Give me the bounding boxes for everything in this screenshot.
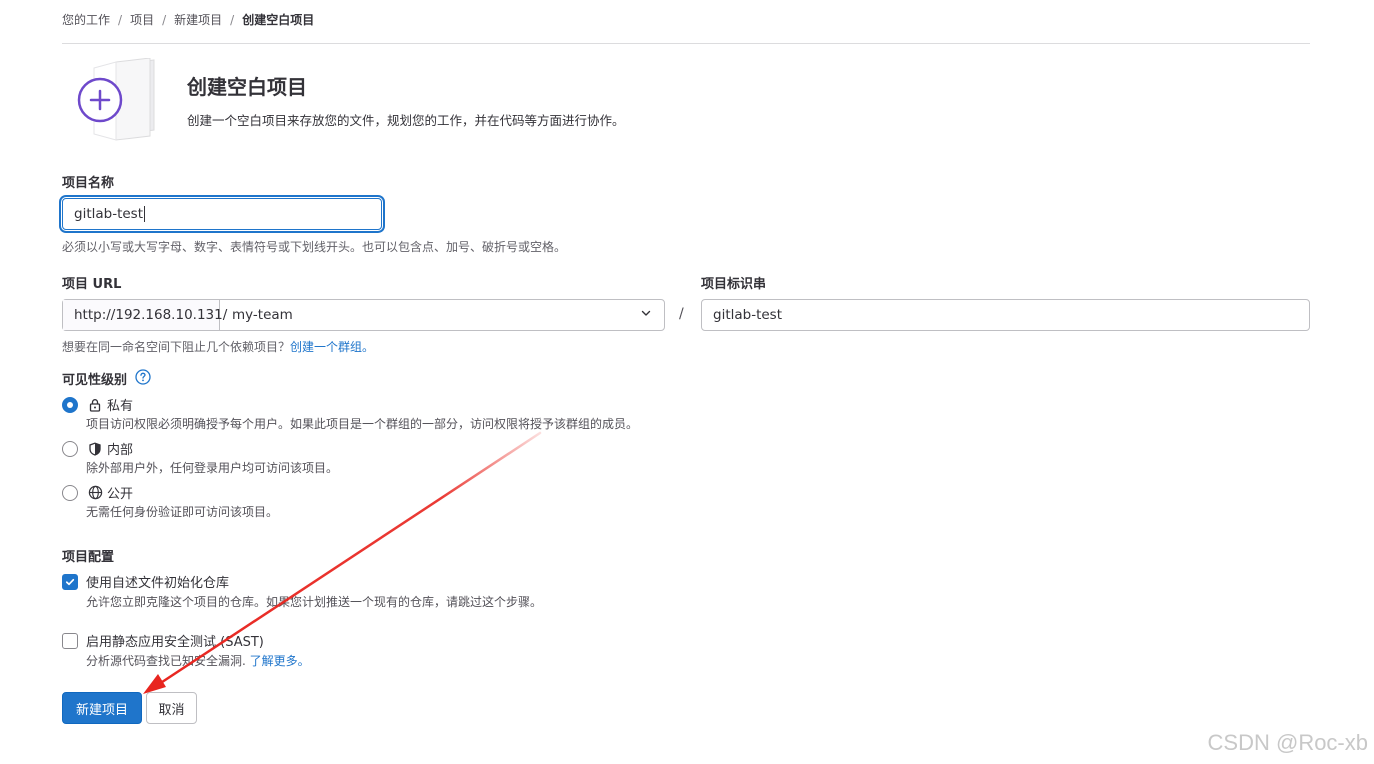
breadcrumb-separator: /	[230, 12, 235, 27]
project-url-help-text: 想要在同一命名空间下阻止几个依赖项目？	[62, 340, 291, 354]
project-name-help: 必须以小写或大写字母、数字、表情符号或下划线开头。也可以包含点、加号、破折号或空…	[62, 240, 567, 254]
readme-description: 允许您立即克隆这个项目的仓库。如果您计划推送一个现有的仓库，请跳过这个步骤。	[86, 595, 543, 609]
visibility-private-description: 项目访问权限必须明确授予每个用户。如果此项目是一个群组的一部分，访问权限将授予该…	[86, 417, 639, 431]
sast-description: 分析源代码查找已知安全漏洞. 了解更多。	[86, 652, 310, 669]
visibility-option-public[interactable]: 公开	[62, 483, 133, 502]
watermark: CSDN @Roc-xb	[1207, 730, 1368, 755]
check-icon	[65, 578, 75, 585]
sast-description-text: 分析源代码查找已知安全漏洞.	[86, 654, 246, 668]
page-title: 创建空白项目	[187, 75, 307, 99]
radio-public[interactable]	[62, 484, 78, 501]
project-url-group: http://192.168.10.131/ my-team	[62, 299, 665, 331]
breadcrumb-item-projects[interactable]: 项目	[130, 11, 154, 28]
visibility-internal-description: 除外部用户外，任何登录用户均可访问该项目。	[86, 461, 339, 475]
shield-icon	[87, 441, 103, 457]
readme-option[interactable]: 使用自述文件初始化仓库	[62, 572, 229, 591]
create-group-link[interactable]: 创建一个群组。	[290, 340, 374, 354]
visibility-public-label: 公开	[107, 487, 134, 502]
create-project-button[interactable]: 新建项目	[62, 692, 142, 724]
text-caret	[144, 206, 146, 222]
question-circle-icon[interactable]	[135, 369, 151, 385]
namespace-select[interactable]: my-team	[220, 300, 664, 330]
project-name-label: 项目名称	[62, 176, 115, 191]
visibility-internal-label: 内部	[107, 443, 134, 458]
learn-more-link[interactable]: 了解更多。	[250, 654, 310, 668]
project-config-label: 项目配置	[62, 550, 115, 565]
radio-internal[interactable]	[62, 440, 78, 457]
project-url-prefix: http://192.168.10.131/	[63, 300, 227, 330]
readme-checkbox[interactable]	[62, 573, 78, 590]
project-slug-input[interactable]: gitlab-test	[701, 299, 1310, 331]
sast-option[interactable]: 启用静态应用安全测试 (SAST)	[62, 631, 264, 650]
project-slug-label: 项目标识串	[701, 277, 767, 292]
url-separator: /	[679, 306, 684, 322]
breadcrumb: 您的工作 / 项目 / 新建项目 / 创建空白项目	[62, 11, 314, 28]
blank-project-illustration	[68, 57, 164, 142]
cancel-button[interactable]: 取消	[146, 692, 197, 724]
breadcrumb-item-blank-project[interactable]: 创建空白项目	[242, 11, 314, 28]
project-name-value: gitlab-test	[74, 206, 144, 222]
lock-icon	[87, 397, 103, 413]
visibility-label: 可见性级别	[62, 373, 128, 388]
breadcrumb-separator: /	[118, 12, 123, 27]
page-description: 创建一个空白项目来存放您的文件，规划您的工作，并在代码等方面进行协作。	[187, 113, 625, 128]
header-divider	[62, 43, 1310, 44]
radio-private[interactable]	[62, 396, 78, 413]
project-url-label: 项目 URL	[62, 277, 122, 292]
breadcrumb-item-your-work[interactable]: 您的工作	[62, 11, 110, 28]
project-url-help: 想要在同一命名空间下阻止几个依赖项目？创建一个群组。	[62, 338, 374, 355]
visibility-public-description: 无需任何身份验证即可访问该项目。	[86, 505, 279, 519]
visibility-option-internal[interactable]: 内部	[62, 439, 133, 458]
sast-checkbox[interactable]	[62, 632, 78, 649]
readme-label: 使用自述文件初始化仓库	[86, 576, 230, 591]
project-slug-value: gitlab-test	[713, 307, 783, 323]
namespace-value: my-team	[232, 307, 293, 323]
globe-icon	[87, 485, 103, 501]
breadcrumb-item-new-project[interactable]: 新建项目	[174, 11, 222, 28]
breadcrumb-separator: /	[162, 12, 167, 27]
visibility-private-label: 私有	[107, 399, 134, 414]
chevron-down-icon	[640, 307, 652, 323]
sast-label: 启用静态应用安全测试 (SAST)	[86, 635, 264, 650]
visibility-option-private[interactable]: 私有	[62, 395, 133, 414]
project-name-input[interactable]: gitlab-test	[62, 198, 382, 230]
